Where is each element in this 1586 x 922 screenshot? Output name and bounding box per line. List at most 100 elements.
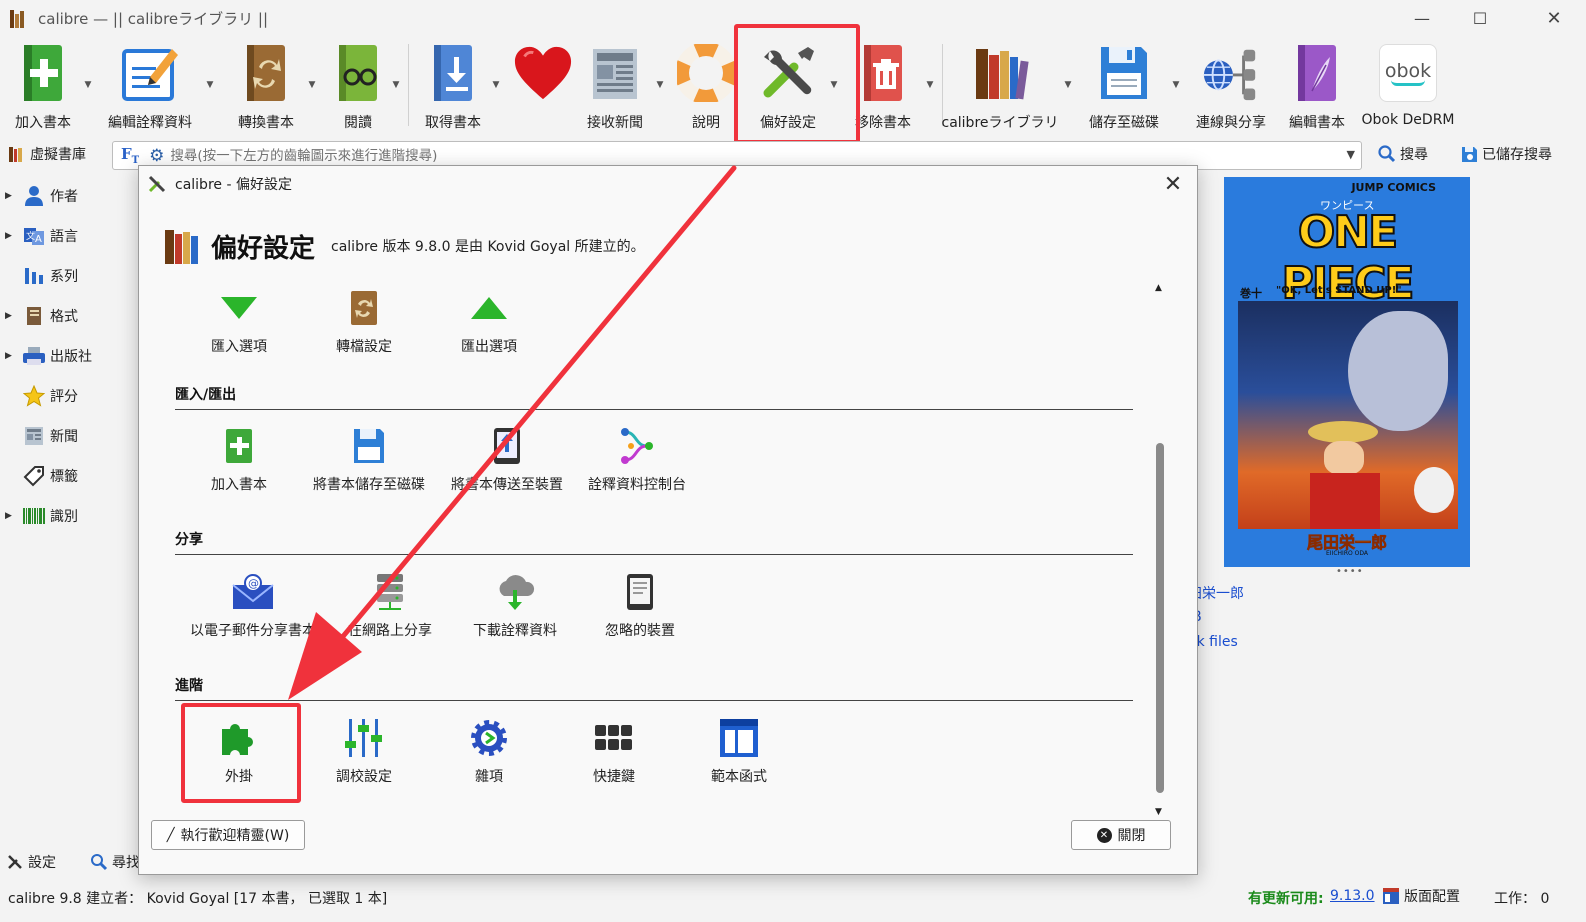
tag-browser: ▶ 作者 ▶ 文A 語言 系列 ▶ 格式 ▶ 出版社 評分 新聞 標籤 ▶ 識別 [0, 176, 140, 536]
donate-heart-button[interactable] [510, 38, 576, 134]
pref-saving-books[interactable]: 將書本儲存至磁碟 [299, 422, 439, 494]
expand-arrow-icon[interactable]: ▶ [5, 191, 12, 201]
add-book-button[interactable]: 加入書本 [8, 38, 78, 134]
get-books-button[interactable]: 取得書本 [420, 38, 486, 134]
layout-button[interactable]: 版面配置 [1382, 886, 1460, 906]
full-text-search-icon[interactable]: FT [121, 145, 139, 166]
section-title-sharing: 分享 [175, 532, 203, 548]
dialog-vertical-scrollbar[interactable]: ▲ ▼ [1153, 283, 1167, 817]
help-button[interactable]: 說明 [676, 38, 736, 134]
pref-sharing-over-net[interactable]: 在網路上分享 [320, 568, 460, 640]
sidebar-item-rating[interactable]: 評分 [0, 376, 140, 416]
pref-metadata-download[interactable]: 下載詮釋資料 [445, 568, 585, 640]
read-dropdown[interactable]: ▼ [390, 38, 402, 134]
status-text: calibre 9.8 建立者： Kovid Goyal [17 本書， 已選取… [8, 891, 388, 907]
pref-tweaks[interactable]: 調校設定 [294, 714, 434, 786]
chevron-down-icon: ▼ [392, 80, 400, 90]
expand-arrow-icon[interactable]: ▶ [5, 511, 12, 521]
email-icon: @ [229, 568, 277, 616]
get-books-dropdown[interactable]: ▼ [490, 38, 502, 134]
plugboard-icon [613, 422, 661, 470]
pref-sharing-by-email[interactable]: @ 以電子郵件分享書本 [183, 568, 323, 640]
svg-text:文: 文 [26, 230, 35, 242]
virtual-library-button[interactable]: 虛擬書庫 [8, 144, 86, 164]
scrollbar-thumb[interactable] [1156, 443, 1164, 793]
dialog-close-button[interactable]: ✕ 關閉 [1071, 820, 1171, 850]
minimize-button[interactable]: — [1394, 0, 1450, 36]
star-icon [22, 384, 46, 408]
gear-icon[interactable]: ⚙ [149, 146, 164, 166]
read-glasses-icon [328, 42, 388, 104]
save-to-disk-dropdown[interactable]: ▼ [1170, 38, 1182, 134]
pref-shortcuts[interactable]: 快捷鍵 [544, 714, 684, 786]
settings-button[interactable]: 設定 [6, 852, 56, 872]
edit-metadata-dropdown[interactable]: ▼ [204, 38, 216, 134]
jobs-indicator[interactable]: 工作： 0 [1494, 888, 1549, 908]
sidebar-item-tags[interactable]: 標籤 [0, 456, 140, 496]
chevron-down-icon: ▼ [926, 80, 934, 90]
update-version-link[interactable]: 9.13.0 [1330, 888, 1375, 904]
window-title: calibre — || calibreライブラリ || [38, 9, 269, 28]
maximize-button[interactable]: ☐ [1452, 0, 1508, 36]
fetch-news-button[interactable]: 接收新聞 [582, 38, 648, 134]
sidebar-item-formats[interactable]: ▶ 格式 [0, 296, 140, 336]
library-button[interactable]: calibreライブラリ [942, 38, 1059, 134]
dialog-close-icon[interactable]: ✕ [1159, 170, 1187, 198]
save-to-disk-button[interactable]: 儲存至磁碟 [1082, 38, 1166, 134]
read-button[interactable]: 閱讀 [326, 38, 390, 134]
fetch-news-dropdown[interactable]: ▼ [654, 38, 666, 134]
scroll-down-arrow[interactable]: ▼ [1155, 807, 1162, 817]
pref-adding-books[interactable]: 加入書本 [169, 422, 309, 494]
library-dropdown[interactable]: ▼ [1062, 38, 1074, 134]
pref-template-functions[interactable]: 範本函式 [669, 714, 809, 786]
expand-arrow-icon[interactable]: ▶ [5, 311, 12, 321]
heart-icon [513, 42, 573, 104]
chevron-down-icon: ▼ [656, 80, 664, 90]
obok-dedrm-button[interactable]: obok Obok DeDRM [1358, 38, 1458, 134]
add-book-icon [13, 42, 73, 104]
find-button[interactable]: 尋找 [90, 852, 140, 872]
sidebar-item-languages[interactable]: ▶ 文A 語言 [0, 216, 140, 256]
sidebar-item-series[interactable]: 系列 [0, 256, 140, 296]
expand-arrow-icon[interactable]: ▶ [5, 231, 12, 241]
edit-metadata-button[interactable]: 編輯詮釋資料 [104, 38, 196, 134]
pref-miscellaneous[interactable]: 雜項 [419, 714, 559, 786]
remove-dropdown[interactable]: ▼ [924, 38, 936, 134]
add-book-icon [215, 422, 263, 470]
convert-books-button[interactable]: 轉換書本 [234, 38, 298, 134]
search-history-dropdown[interactable]: ▼ [1347, 148, 1355, 161]
cover-splitter-handle[interactable]: •••• [1336, 566, 1364, 577]
sidebar-item-identifiers[interactable]: ▶ 識別 [0, 496, 140, 536]
pref-export-options[interactable]: 匯出選項 [419, 284, 559, 356]
close-window-button[interactable]: ✕ [1526, 0, 1582, 36]
sidebar-item-news[interactable]: 新聞 [0, 416, 140, 456]
network-globe-icon [1201, 42, 1261, 104]
chevron-down-icon: ▼ [492, 80, 500, 90]
connect-share-button[interactable]: 連線與分享 [1188, 38, 1274, 134]
pref-metadata-plugboards[interactable]: 詮釋資料控制台 [567, 422, 707, 494]
pref-conversion[interactable]: 轉檔設定 [294, 284, 434, 356]
pref-sending-to-device[interactable]: 將書本傳送至裝置 [437, 422, 577, 494]
template-icon [715, 714, 763, 762]
search-icon [1378, 145, 1396, 163]
sidebar-item-authors[interactable]: ▶ 作者 [0, 176, 140, 216]
pref-ignored-devices[interactable]: 忽略的裝置 [570, 568, 710, 640]
server-icon [366, 568, 414, 616]
library-books-icon [970, 42, 1030, 104]
convert-dropdown[interactable]: ▼ [306, 38, 318, 134]
add-book-dropdown[interactable]: ▼ [82, 38, 94, 134]
sidebar-item-publisher[interactable]: ▶ 出版社 [0, 336, 140, 376]
magic-wand-icon: ╱ [166, 827, 175, 843]
cloud-download-icon [491, 568, 539, 616]
pref-import-options[interactable]: 匯入選項 [169, 284, 309, 356]
search-input[interactable] [170, 147, 1271, 164]
expand-arrow-icon[interactable]: ▶ [5, 351, 12, 361]
search-button[interactable]: 搜尋 [1378, 144, 1428, 164]
tools-icon [8, 855, 22, 869]
welcome-wizard-button[interactable]: ╱ 執行歡迎精靈(W) [151, 820, 305, 850]
update-available-label: 有更新可用: [1248, 891, 1324, 907]
scroll-up-arrow[interactable]: ▲ [1155, 283, 1162, 293]
edit-book-button[interactable]: 編輯書本 [1282, 38, 1352, 134]
saved-search-button[interactable]: 已儲存搜尋 [1460, 144, 1552, 164]
book-cover[interactable]: JUMP COMICS ワンピース ONE PIECE 巻十 "OK, Let'… [1224, 177, 1470, 567]
